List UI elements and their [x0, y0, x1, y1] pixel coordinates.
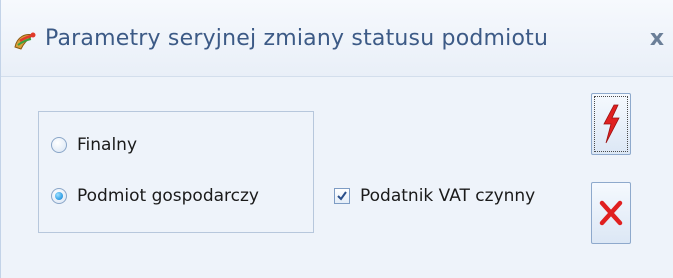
close-button[interactable]: x: [643, 24, 671, 54]
app-icon: [11, 27, 39, 55]
dialog-window: Parametry seryjnej zmiany statusu podmio…: [0, 0, 673, 278]
cancel-button[interactable]: [591, 182, 631, 244]
radio-finalny-row[interactable]: Finalny: [51, 133, 137, 157]
status-radio-group: [38, 111, 314, 233]
radio-podmiot-row[interactable]: Podmiot gospodarczy: [51, 184, 259, 208]
checkbox-vat-label: Podatnik VAT czynny: [360, 186, 536, 206]
lightning-icon: [603, 104, 620, 144]
red-x-icon: [599, 200, 623, 226]
radio-podmiot-label: Podmiot gospodarczy: [77, 186, 259, 206]
checkmark-icon: [337, 191, 347, 201]
run-button[interactable]: [591, 93, 631, 155]
radio-finalny-label: Finalny: [77, 135, 138, 155]
window-title: Parametry seryjnej zmiany statusu podmio…: [45, 26, 549, 51]
title-separator: [1, 76, 673, 77]
radio-podmiot-gospodarczy[interactable]: [51, 188, 67, 204]
title-bar: Parametry seryjnej zmiany statusu podmio…: [1, 0, 673, 76]
checkbox-podatnik-vat[interactable]: [334, 188, 350, 204]
radio-finalny[interactable]: [51, 137, 67, 153]
checkbox-vat-row[interactable]: Podatnik VAT czynny: [334, 184, 535, 208]
